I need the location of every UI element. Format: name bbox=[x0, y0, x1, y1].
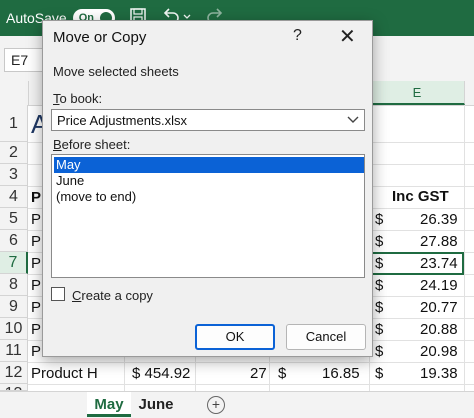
cell-a4[interactable]: P bbox=[31, 189, 41, 206]
sheet-tab-bar: May June + bbox=[0, 391, 474, 418]
chevron-down-icon[interactable] bbox=[347, 112, 359, 131]
row-header-2[interactable]: 2 bbox=[0, 142, 28, 164]
dialog-subtitle: Move selected sheets bbox=[53, 64, 179, 79]
cell-e8-currency: $ bbox=[375, 277, 384, 294]
before-sheet-label: Before sheet: bbox=[53, 137, 130, 152]
add-sheet-icon[interactable]: + bbox=[207, 396, 225, 414]
cell-e6-currency: $ bbox=[375, 233, 384, 250]
list-item-june[interactable]: June bbox=[54, 173, 364, 189]
column-header-e[interactable]: E bbox=[370, 81, 465, 105]
cell-e9-currency: $ bbox=[375, 299, 384, 316]
create-copy-label[interactable]: Create a copy bbox=[72, 288, 153, 303]
sheet-tab-june[interactable]: June bbox=[134, 392, 178, 417]
cell-a12[interactable]: Product H bbox=[31, 365, 98, 382]
before-sheet-label-text: efore sheet: bbox=[61, 137, 131, 152]
row-header-10[interactable]: 10 bbox=[0, 318, 28, 340]
move-or-copy-dialog: Move or Copy ? ✕ Move selected sheets To… bbox=[42, 20, 373, 357]
cell-e9[interactable]: 20.77 bbox=[420, 299, 458, 316]
row-header-7[interactable]: 7 bbox=[0, 252, 28, 274]
row-header-8[interactable]: 8 bbox=[0, 274, 28, 296]
row-header-6[interactable]: 6 bbox=[0, 230, 28, 252]
cell-e10[interactable]: 20.88 bbox=[420, 321, 458, 338]
row-header-3[interactable]: 3 bbox=[0, 164, 28, 186]
sheet-tab-may[interactable]: May bbox=[87, 392, 131, 417]
cell-e8[interactable]: 24.19 bbox=[420, 277, 458, 294]
list-item-may[interactable]: May bbox=[54, 157, 364, 173]
cancel-button[interactable]: Cancel bbox=[286, 324, 366, 350]
cell-b12[interactable]: $ 454.92 bbox=[132, 365, 190, 382]
cell-e10-currency: $ bbox=[375, 321, 384, 338]
cell-e5[interactable]: 26.39 bbox=[420, 211, 458, 228]
cell-c12[interactable]: 27 bbox=[250, 365, 267, 382]
row-header-13[interactable]: 13 bbox=[0, 384, 28, 391]
cell-e11[interactable]: 20.98 bbox=[420, 343, 458, 360]
before-sheet-accel: B bbox=[53, 137, 62, 152]
gridline bbox=[28, 362, 474, 363]
cell-e4[interactable]: Inc GST bbox=[392, 188, 449, 205]
cell-e12-currency: $ bbox=[375, 365, 384, 382]
row-header-12[interactable]: 12 bbox=[0, 362, 28, 384]
list-item-move-to-end[interactable]: (move to end) bbox=[54, 189, 364, 205]
row-header-4[interactable]: 4 bbox=[0, 186, 28, 208]
create-copy-checkbox[interactable] bbox=[51, 287, 65, 301]
to-book-value: Price Adjustments.xlsx bbox=[57, 113, 188, 128]
cell-e12[interactable]: 19.38 bbox=[420, 365, 458, 382]
cell-d12-currency: $ bbox=[278, 365, 287, 382]
to-book-label-text: o book: bbox=[59, 91, 103, 106]
before-sheet-listbox[interactable]: May June (move to end) bbox=[51, 154, 365, 278]
cell-e11-currency: $ bbox=[375, 343, 384, 360]
ok-button[interactable]: OK bbox=[195, 324, 275, 350]
cell-e6[interactable]: 27.88 bbox=[420, 233, 458, 250]
dialog-title: Move or Copy bbox=[53, 29, 147, 46]
row-header-5[interactable]: 5 bbox=[0, 208, 28, 230]
row-header-1[interactable]: 1 bbox=[0, 105, 28, 142]
gridline bbox=[464, 105, 465, 391]
close-icon[interactable]: ✕ bbox=[339, 24, 356, 49]
help-icon[interactable]: ? bbox=[293, 27, 302, 45]
select-all-corner[interactable] bbox=[0, 81, 29, 105]
cell-e5-currency: $ bbox=[375, 211, 384, 228]
create-copy-accel: C bbox=[72, 288, 82, 303]
row-header-9[interactable]: 9 bbox=[0, 296, 28, 318]
active-cell-outline bbox=[370, 252, 464, 275]
row-header-11[interactable]: 11 bbox=[0, 340, 28, 362]
to-book-label: To book: bbox=[53, 91, 102, 106]
cell-d12[interactable]: 16.85 bbox=[322, 365, 360, 382]
gridline bbox=[28, 384, 474, 385]
create-copy-label-text: reate a copy bbox=[81, 288, 153, 303]
to-book-select[interactable]: Price Adjustments.xlsx bbox=[51, 109, 365, 131]
